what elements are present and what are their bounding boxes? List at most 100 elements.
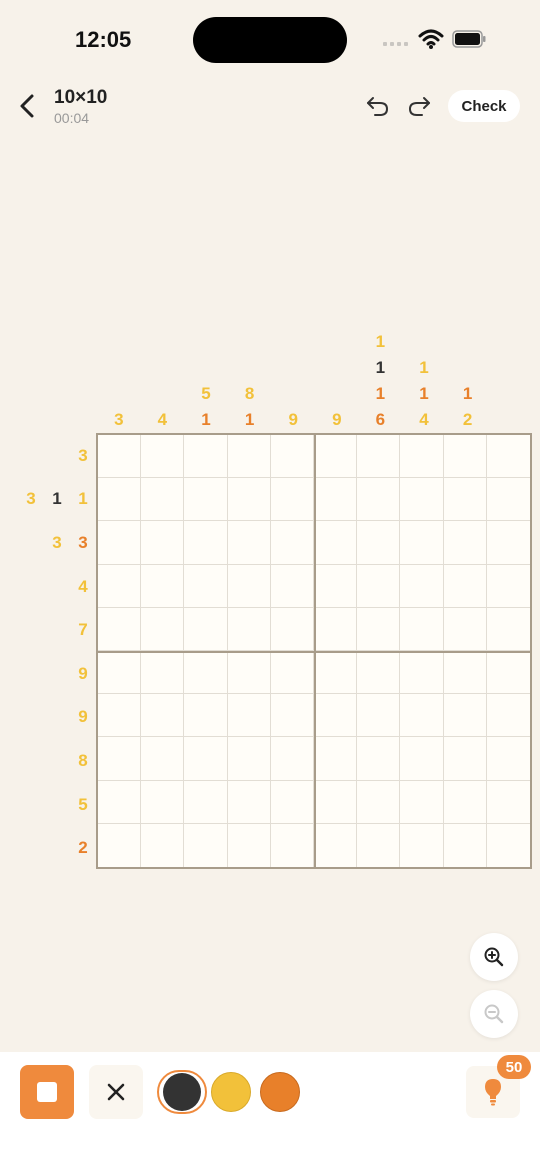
grid-cell[interactable] (98, 564, 142, 608)
grid-cell[interactable] (443, 435, 487, 479)
grid-cell[interactable] (227, 607, 271, 651)
grid-cell[interactable] (486, 651, 530, 695)
grid-cell[interactable] (141, 694, 185, 738)
grid-cell[interactable] (227, 651, 271, 695)
grid-cell[interactable] (486, 435, 530, 479)
grid-cell[interactable] (314, 823, 358, 867)
grid-cell[interactable] (357, 478, 401, 522)
grid-cell[interactable] (270, 694, 314, 738)
grid-cell[interactable] (314, 737, 358, 781)
grid-cell[interactable] (443, 694, 487, 738)
grid-cell[interactable] (357, 564, 401, 608)
grid-cell[interactable] (270, 435, 314, 479)
grid-cell[interactable] (141, 823, 185, 867)
chevron-left-icon[interactable] (16, 93, 40, 119)
grid-cell[interactable] (98, 737, 142, 781)
grid-cell[interactable] (400, 607, 444, 651)
grid-cell[interactable] (227, 435, 271, 479)
grid-cell[interactable] (141, 478, 185, 522)
grid-cell[interactable] (314, 651, 358, 695)
grid-cell[interactable] (443, 478, 487, 522)
grid-cell[interactable] (271, 823, 314, 867)
grid-cell[interactable] (357, 435, 401, 479)
color-swatch-yellow[interactable] (211, 1072, 251, 1112)
grid-cell[interactable] (486, 781, 530, 824)
grid-cell[interactable] (98, 823, 142, 867)
grid-cell[interactable] (270, 651, 314, 695)
grid-cell[interactable] (141, 737, 185, 781)
grid-cell[interactable] (270, 478, 314, 522)
grid-cell[interactable] (184, 694, 228, 738)
grid-cell[interactable] (141, 521, 185, 565)
grid-cell[interactable] (314, 478, 358, 522)
grid-cell[interactable] (400, 694, 444, 738)
grid-cell[interactable] (487, 824, 530, 867)
grid-cell[interactable] (443, 651, 487, 695)
grid-cell[interactable] (357, 737, 401, 781)
redo-icon[interactable] (406, 94, 432, 118)
undo-icon[interactable] (365, 94, 391, 118)
grid-cell[interactable] (400, 478, 444, 522)
grid-cell[interactable] (357, 823, 401, 867)
grid-cell[interactable] (444, 823, 487, 867)
color-swatch-black[interactable] (163, 1073, 201, 1111)
grid-cell[interactable] (443, 564, 487, 608)
grid-cell[interactable] (184, 435, 228, 479)
grid-cell[interactable] (228, 823, 271, 867)
grid-cell[interactable] (400, 564, 444, 608)
grid-cell[interactable] (270, 607, 314, 651)
grid-cell[interactable] (184, 780, 228, 824)
grid-cell[interactable] (98, 607, 142, 651)
grid-cell[interactable] (98, 435, 142, 479)
grid-cell[interactable] (227, 478, 271, 522)
grid-cell[interactable] (400, 780, 444, 824)
grid-cell[interactable] (486, 521, 530, 565)
grid-cell[interactable] (486, 737, 530, 781)
grid-cell[interactable] (141, 607, 185, 651)
grid-cell[interactable] (184, 564, 228, 608)
grid-cell[interactable] (357, 521, 401, 565)
grid-cell[interactable] (314, 521, 358, 565)
grid-cell[interactable] (400, 737, 444, 781)
grid-cell[interactable] (184, 737, 228, 781)
grid-cell[interactable] (400, 823, 444, 867)
grid-cell[interactable] (443, 780, 487, 824)
grid-cell[interactable] (227, 737, 271, 781)
grid-cell[interactable] (314, 607, 358, 651)
color-swatch-orange[interactable] (260, 1072, 300, 1112)
grid-cell[interactable] (184, 521, 228, 565)
grid-cell[interactable] (270, 737, 314, 781)
grid-cell[interactable] (98, 478, 142, 522)
grid-cell[interactable] (98, 780, 142, 824)
grid-cell[interactable] (227, 780, 271, 824)
fill-mode-button[interactable] (20, 1065, 74, 1119)
grid-cell[interactable] (98, 694, 142, 738)
grid-cell[interactable] (270, 780, 314, 824)
grid-cell[interactable] (141, 651, 185, 695)
zoom-in-button[interactable] (470, 933, 518, 981)
grid-cell[interactable] (98, 521, 142, 565)
grid-cell[interactable] (443, 607, 487, 651)
grid-cell[interactable] (357, 694, 401, 738)
grid-cell[interactable] (270, 521, 314, 565)
grid-cell[interactable] (227, 521, 271, 565)
cross-mode-button[interactable] (89, 1065, 143, 1119)
grid-cell[interactable] (314, 435, 358, 479)
grid-cell[interactable] (443, 737, 487, 781)
grid-cell[interactable] (486, 608, 530, 651)
grid-cell[interactable] (184, 478, 228, 522)
grid-cell[interactable] (400, 521, 444, 565)
grid-cell[interactable] (184, 607, 228, 651)
grid-cell[interactable] (400, 435, 444, 479)
grid-cell[interactable] (141, 780, 185, 824)
grid-cell[interactable] (486, 565, 530, 608)
grid-cell[interactable] (270, 564, 314, 608)
grid-cell[interactable] (227, 564, 271, 608)
grid-cell[interactable] (184, 823, 228, 867)
grid-cell[interactable] (443, 521, 487, 565)
check-button[interactable]: Check (448, 90, 520, 122)
grid-cell[interactable] (400, 651, 444, 695)
grid-cell[interactable] (314, 564, 358, 608)
grid-cell[interactable] (357, 780, 401, 824)
zoom-out-button[interactable] (470, 990, 518, 1038)
